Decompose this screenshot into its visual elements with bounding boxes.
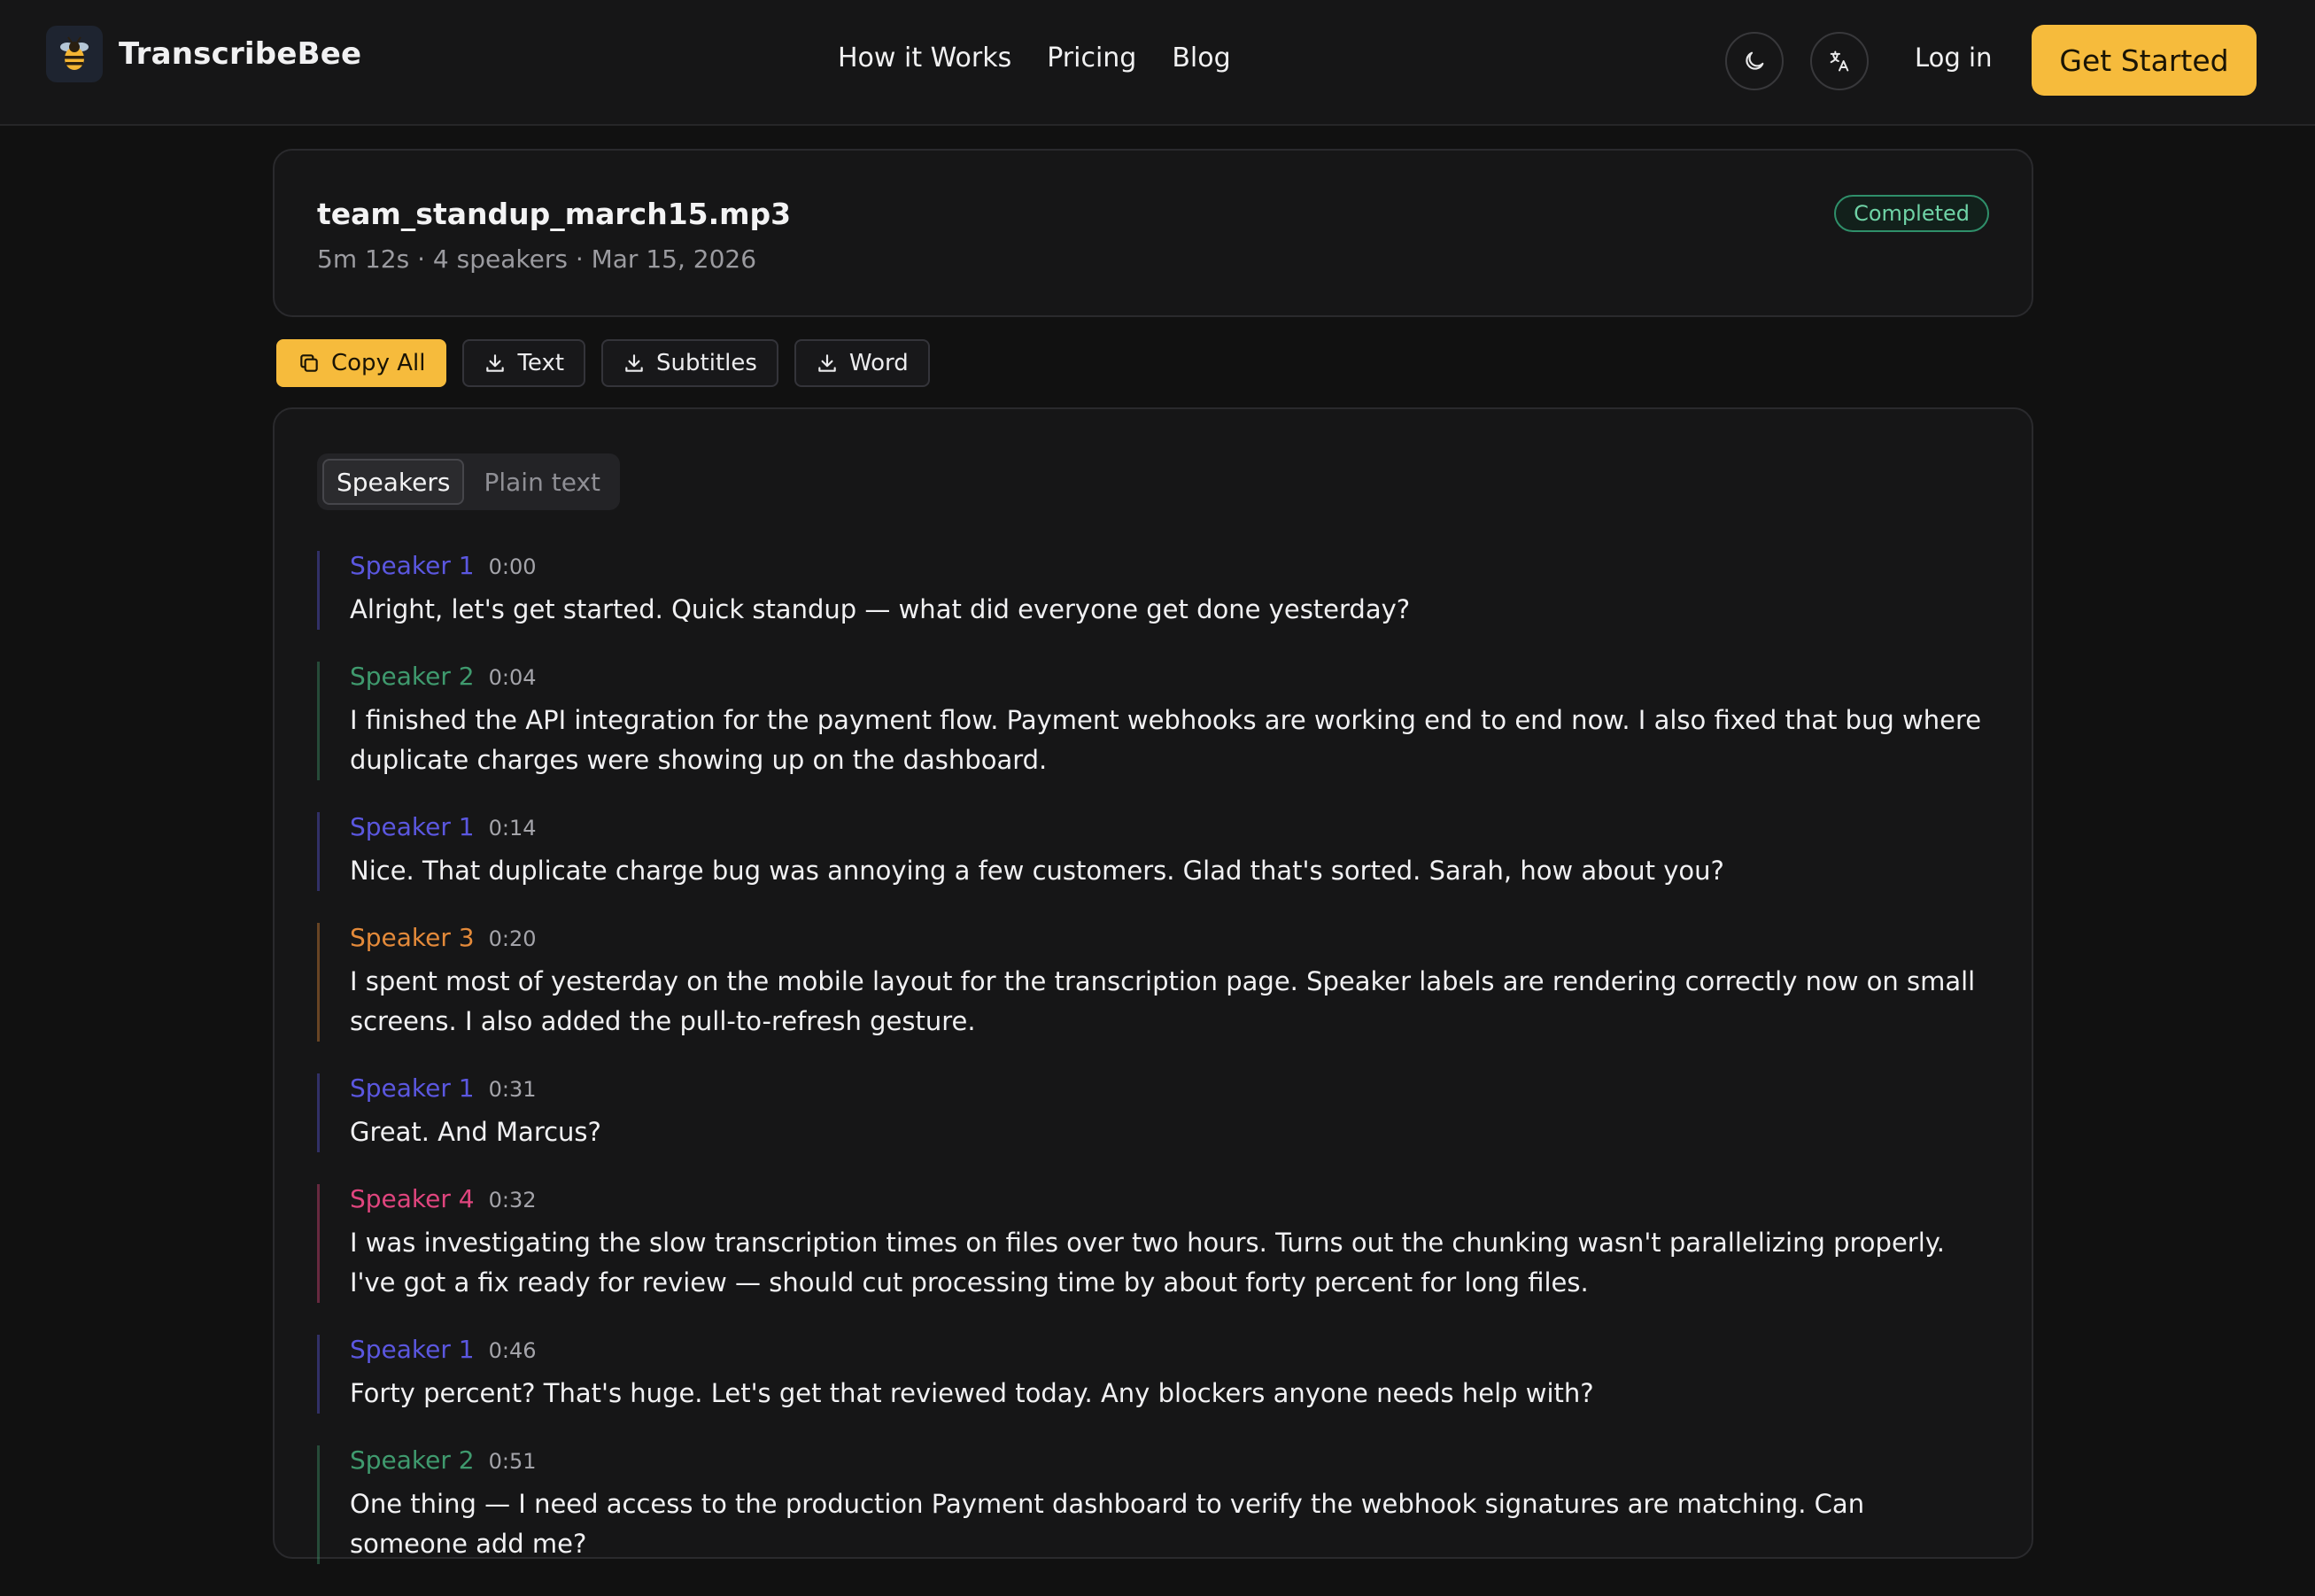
entry-header: Speaker 1 0:00 [350, 551, 2000, 590]
transcript-entry: Speaker 3 0:20 I spent most of yesterday o… [317, 923, 2000, 1042]
utterance-text: I was investigating the slow transcripti… [350, 1228, 1946, 1298]
entry-header: Speaker 1 0:46 [350, 1335, 2000, 1374]
download-icon [625, 354, 643, 372]
nav-blog[interactable]: Blog [1172, 43, 1230, 74]
download-text-label: Text [517, 350, 565, 376]
theme-toggle-button[interactable] [1725, 32, 1784, 90]
translate-icon [1830, 50, 1849, 72]
file-info-card: team_standup_march15.mp3 5m 12s · 4 spea… [273, 149, 2033, 317]
copy-all-button[interactable]: Copy All [276, 339, 447, 387]
download-subtitles-label: Subtitles [656, 350, 757, 376]
transcript-entry: Speaker 1 0:31 Great. And Marcus? [317, 1073, 2000, 1152]
timestamp[interactable]: 0:31 [489, 1077, 537, 1102]
timestamp[interactable]: 0:51 [489, 1449, 537, 1474]
utterance-text: Great. And Marcus? [350, 1117, 601, 1147]
speaker-label[interactable]: Speaker 3 [350, 923, 475, 952]
transcript-list: Speaker 1 0:00 Alright, let's get started.… [317, 551, 2000, 1596]
utterance-text: Forty percent? That's huge. Let's get th… [350, 1378, 1594, 1408]
timestamp[interactable]: 0:00 [489, 554, 537, 579]
timestamp[interactable]: 0:32 [489, 1188, 537, 1212]
transcript-entry: Speaker 1 0:46 Forty percent? That's huge.… [317, 1335, 2000, 1414]
entry-header: Speaker 1 0:31 [350, 1073, 2000, 1112]
login-link[interactable]: Log in [1915, 43, 1992, 73]
nav-pricing[interactable]: Pricing [1047, 43, 1136, 74]
speaker-label[interactable]: Speaker 1 [350, 1335, 475, 1364]
timestamp[interactable]: 0:04 [489, 665, 537, 690]
moon-icon [1746, 51, 1764, 70]
transcript-panel: Speakers Plain text Speaker 1 0:00 Alright… [273, 407, 2033, 1564]
entry-header: Speaker 2 0:04 [350, 662, 2000, 701]
entry-header: Speaker 3 0:20 [350, 923, 2000, 962]
file-meta: 5m 12s · 4 speakers · Mar 15, 2026 [317, 244, 757, 274]
download-text-button[interactable]: Text [462, 339, 586, 387]
language-button[interactable] [1810, 32, 1869, 90]
top-header: TranscribeBee How it Works Pricing Blog … [0, 0, 2315, 126]
utterance-text: One thing — I need access to the product… [350, 1489, 1865, 1559]
download-word-button[interactable]: Word [794, 339, 930, 387]
transcript-entry: Speaker 2 0:04 I finished the API integrat… [317, 662, 2000, 780]
tab-speakers[interactable]: Speakers [322, 459, 465, 505]
timestamp[interactable]: 0:14 [489, 816, 537, 841]
speaker-label[interactable]: Speaker 1 [350, 812, 475, 841]
tab-plain-text[interactable]: Plain text [469, 459, 615, 505]
speaker-label[interactable]: Speaker 1 [350, 551, 475, 580]
transcript-entry: Speaker 4 0:32 I was investigating the slo… [317, 1184, 2000, 1303]
copy-all-label: Copy All [331, 350, 426, 376]
download-icon [486, 354, 505, 372]
entry-header: Speaker 2 0:51 [350, 1445, 2000, 1484]
speaker-label[interactable]: Speaker 2 [350, 662, 475, 691]
view-toggle: Speakers Plain text [317, 453, 620, 510]
timestamp[interactable]: 0:20 [489, 926, 537, 951]
copy-icon [300, 354, 318, 372]
utterance-text: Nice. That duplicate charge bug was anno… [350, 856, 1724, 886]
speaker-label[interactable]: Speaker 2 [350, 1445, 475, 1475]
export-toolbar: Copy All Text Subtitles Word [276, 339, 930, 387]
timestamp[interactable]: 0:46 [489, 1338, 537, 1363]
file-name: team_standup_march15.mp3 [317, 197, 792, 231]
status-badge: Completed [1834, 195, 1989, 232]
bee-logo-icon [46, 26, 103, 82]
main-nav: How it Works Pricing Blog [838, 43, 1231, 74]
get-started-button[interactable]: Get Started [2032, 25, 2257, 96]
utterance-text: I spent most of yesterday on the mobile … [350, 966, 1976, 1036]
entry-header: Speaker 4 0:32 [350, 1184, 2000, 1223]
speaker-label[interactable]: Speaker 1 [350, 1073, 475, 1103]
speaker-label[interactable]: Speaker 4 [350, 1184, 475, 1213]
utterance-text: I finished the API integration for the p… [350, 705, 1982, 775]
transcript-entry: Speaker 2 0:51 One thing — I need access t… [317, 1445, 2000, 1564]
brand-name: TranscribeBee [119, 36, 362, 72]
utterance-text: Alright, let's get started. Quick standu… [350, 594, 1411, 624]
download-icon [818, 354, 836, 372]
transcript-entry: Speaker 1 0:14 Nice. That duplicate charge… [317, 812, 2000, 891]
entry-header: Speaker 1 0:14 [350, 812, 2000, 851]
nav-how-it-works[interactable]: How it Works [838, 43, 1011, 74]
download-subtitles-button[interactable]: Subtitles [601, 339, 778, 387]
brand[interactable]: TranscribeBee [46, 25, 361, 83]
download-word-label: Word [848, 350, 909, 376]
transcript-entry: Speaker 1 0:00 Alright, let's get started.… [317, 551, 2000, 630]
